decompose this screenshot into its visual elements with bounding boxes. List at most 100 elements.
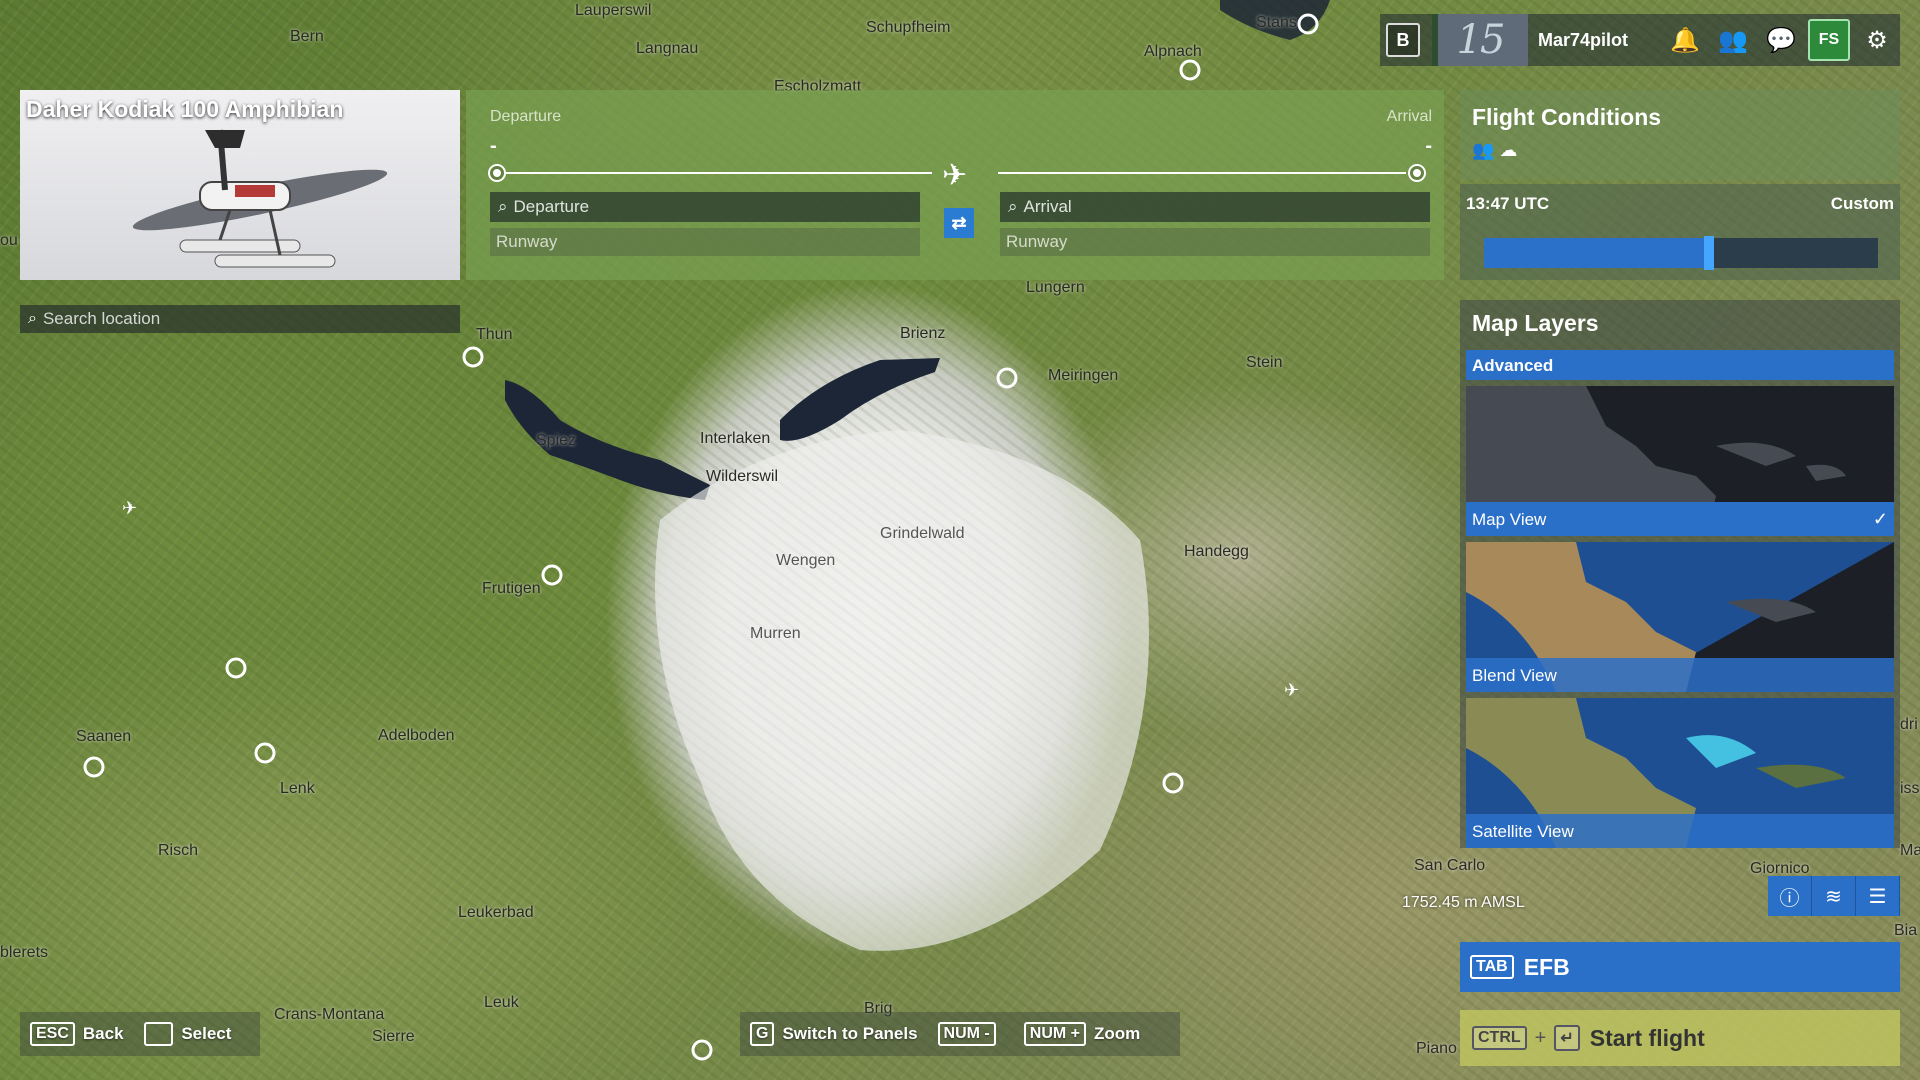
time-slider-fill: [1484, 238, 1709, 268]
time-of-day-slider[interactable]: [1484, 236, 1878, 270]
layer-label: Map View: [1466, 502, 1894, 536]
place-label: Wengen: [776, 552, 836, 569]
arrival-placeholder: Arrival: [1023, 197, 1072, 216]
departure-point: [488, 164, 506, 182]
layer-satellite-view[interactable]: Satellite View: [1466, 698, 1894, 848]
place-label: Sierre: [372, 1028, 415, 1045]
tab-advanced[interactable]: Advanced: [1466, 350, 1894, 380]
chat-icon[interactable]: 💬: [1760, 19, 1802, 61]
plane-icon: ✈: [942, 159, 968, 192]
back-hint[interactable]: ESC Back: [30, 1022, 124, 1046]
flight-conditions-panel[interactable]: Flight Conditions 👥 ☁: [1460, 90, 1900, 180]
start-flight-label: Start flight: [1589, 1024, 1705, 1051]
place-label: Saanen: [76, 728, 132, 745]
place-label: Lauperswil: [575, 2, 652, 19]
place-label: blerets: [0, 944, 49, 961]
weather-mode: Custom: [1830, 194, 1894, 213]
departure-label: Departure: [490, 108, 562, 125]
b-key-button[interactable]: B: [1386, 23, 1420, 57]
start-flight-button[interactable]: CTRL + ↵ Start flight: [1460, 1010, 1900, 1066]
departure-runway-select[interactable]: Runway: [490, 228, 920, 256]
time-panel: 13:47 UTC Custom: [1460, 184, 1900, 280]
arrival-point: [1408, 164, 1426, 182]
plus-sign: +: [1534, 1026, 1547, 1049]
swap-icon[interactable]: ⇄: [944, 208, 974, 238]
g-key: G: [750, 1022, 775, 1046]
efb-label: EFB: [1523, 953, 1570, 980]
route-panel: Departure Arrival - - ✈ ⌕ Departure ⌕ Ar…: [466, 90, 1444, 280]
weather-icon: 👥 ☁: [1472, 140, 1518, 160]
place-label: San Carlo: [1414, 857, 1486, 874]
back-label: Back: [82, 1024, 124, 1043]
airport-marker-icon: [541, 564, 563, 586]
anniversary-badge: 15: [1432, 14, 1528, 66]
gear-icon[interactable]: ⚙: [1856, 19, 1898, 61]
map-layers-title: Map Layers: [1472, 310, 1599, 336]
place-label: Risch: [158, 842, 199, 859]
space-key-icon: [143, 1022, 174, 1046]
place-label: Frutigen: [482, 580, 541, 597]
zoom-in-hint[interactable]: NUM + Zoom: [1023, 1022, 1141, 1046]
layer-blend-view[interactable]: Blend View: [1466, 542, 1894, 692]
place-label: Handegg: [1184, 543, 1249, 560]
zoom-out-hint[interactable]: NUM -: [937, 1022, 1004, 1046]
place-label: Mal: [1900, 842, 1920, 859]
hint-bar-left: ESC Back Select: [20, 1012, 260, 1056]
time-utc: 13:47 UTC: [1466, 194, 1550, 213]
place-label: iss: [1900, 780, 1920, 797]
arrival-route-line: [998, 172, 1406, 174]
place-label: Crans-Montana: [274, 1006, 385, 1023]
departure-dash: -: [490, 135, 497, 157]
time-slider-handle[interactable]: [1703, 236, 1714, 270]
select-hint[interactable]: Select: [143, 1022, 232, 1046]
select-label: Select: [181, 1024, 232, 1043]
place-label: Leuk: [484, 994, 519, 1011]
efb-button[interactable]: TAB EFB: [1460, 942, 1900, 992]
lake-brienz: [780, 358, 940, 441]
place-label: dri: [1900, 716, 1918, 733]
settings-list-icon[interactable]: ☰: [1856, 876, 1900, 916]
map-layers-panel: Map Layers Advanced Map View ✓ Blend Vie…: [1460, 300, 1900, 848]
layers-icon[interactable]: ≋: [1812, 876, 1856, 916]
switch-panels-hint[interactable]: G Switch to Panels: [750, 1022, 918, 1046]
enter-key-icon: ↵: [1554, 1025, 1580, 1051]
airport-marker-icon: [996, 367, 1018, 389]
info-icon[interactable]: ⓘ: [1768, 876, 1812, 916]
arrival-dash: -: [1425, 135, 1432, 157]
username[interactable]: Mar74pilot: [1538, 30, 1658, 51]
zoom-label: Zoom: [1094, 1024, 1141, 1043]
place-label: Piano: [1416, 1040, 1457, 1057]
search-icon: ⌕: [1008, 197, 1018, 216]
map-tools: ⓘ ≋ ☰: [1768, 876, 1900, 916]
bell-icon[interactable]: 🔔: [1664, 19, 1706, 61]
layer-map-view[interactable]: Map View ✓: [1466, 386, 1894, 536]
airport-marker-icon: [1179, 59, 1201, 81]
place-label: Wilderswil: [706, 468, 778, 485]
place-label: Spiez: [536, 432, 577, 449]
place-label: Lenk: [280, 780, 315, 797]
place-label: Brienz: [900, 325, 946, 342]
airport-marker-icon: [225, 657, 247, 679]
aircraft-card[interactable]: Daher Kodiak 100 Amphibian: [20, 90, 460, 280]
place-label: Bern: [290, 28, 324, 45]
search-location-input[interactable]: ⌕ Search location: [20, 305, 460, 333]
aircraft-name: Daher Kodiak 100 Amphibian: [26, 96, 344, 122]
departure-search-input[interactable]: ⌕ Departure: [490, 192, 920, 222]
place-label: Leukerbad: [458, 904, 534, 921]
search-icon: ⌕: [498, 197, 508, 216]
place-label: Lungern: [1026, 279, 1085, 296]
esc-key: ESC: [30, 1022, 75, 1046]
friends-icon[interactable]: 👥: [1712, 19, 1754, 61]
store-icon[interactable]: FS: [1808, 19, 1850, 61]
layer-label: Blend View: [1466, 658, 1894, 692]
place-label: Langnau: [636, 40, 699, 57]
traffic-plane-icon: ✈: [1284, 680, 1299, 700]
search-icon: ⌕: [28, 310, 37, 327]
arrival-label: Arrival: [1386, 108, 1432, 125]
place-label: Adelboden: [378, 727, 455, 744]
place-label: Murren: [750, 625, 801, 642]
num-plus-key: NUM +: [1023, 1022, 1086, 1046]
arrival-search-input[interactable]: ⌕ Arrival: [1000, 192, 1430, 222]
arrival-runway-select[interactable]: Runway: [1000, 228, 1430, 256]
place-label: Schupfheim: [866, 19, 951, 36]
